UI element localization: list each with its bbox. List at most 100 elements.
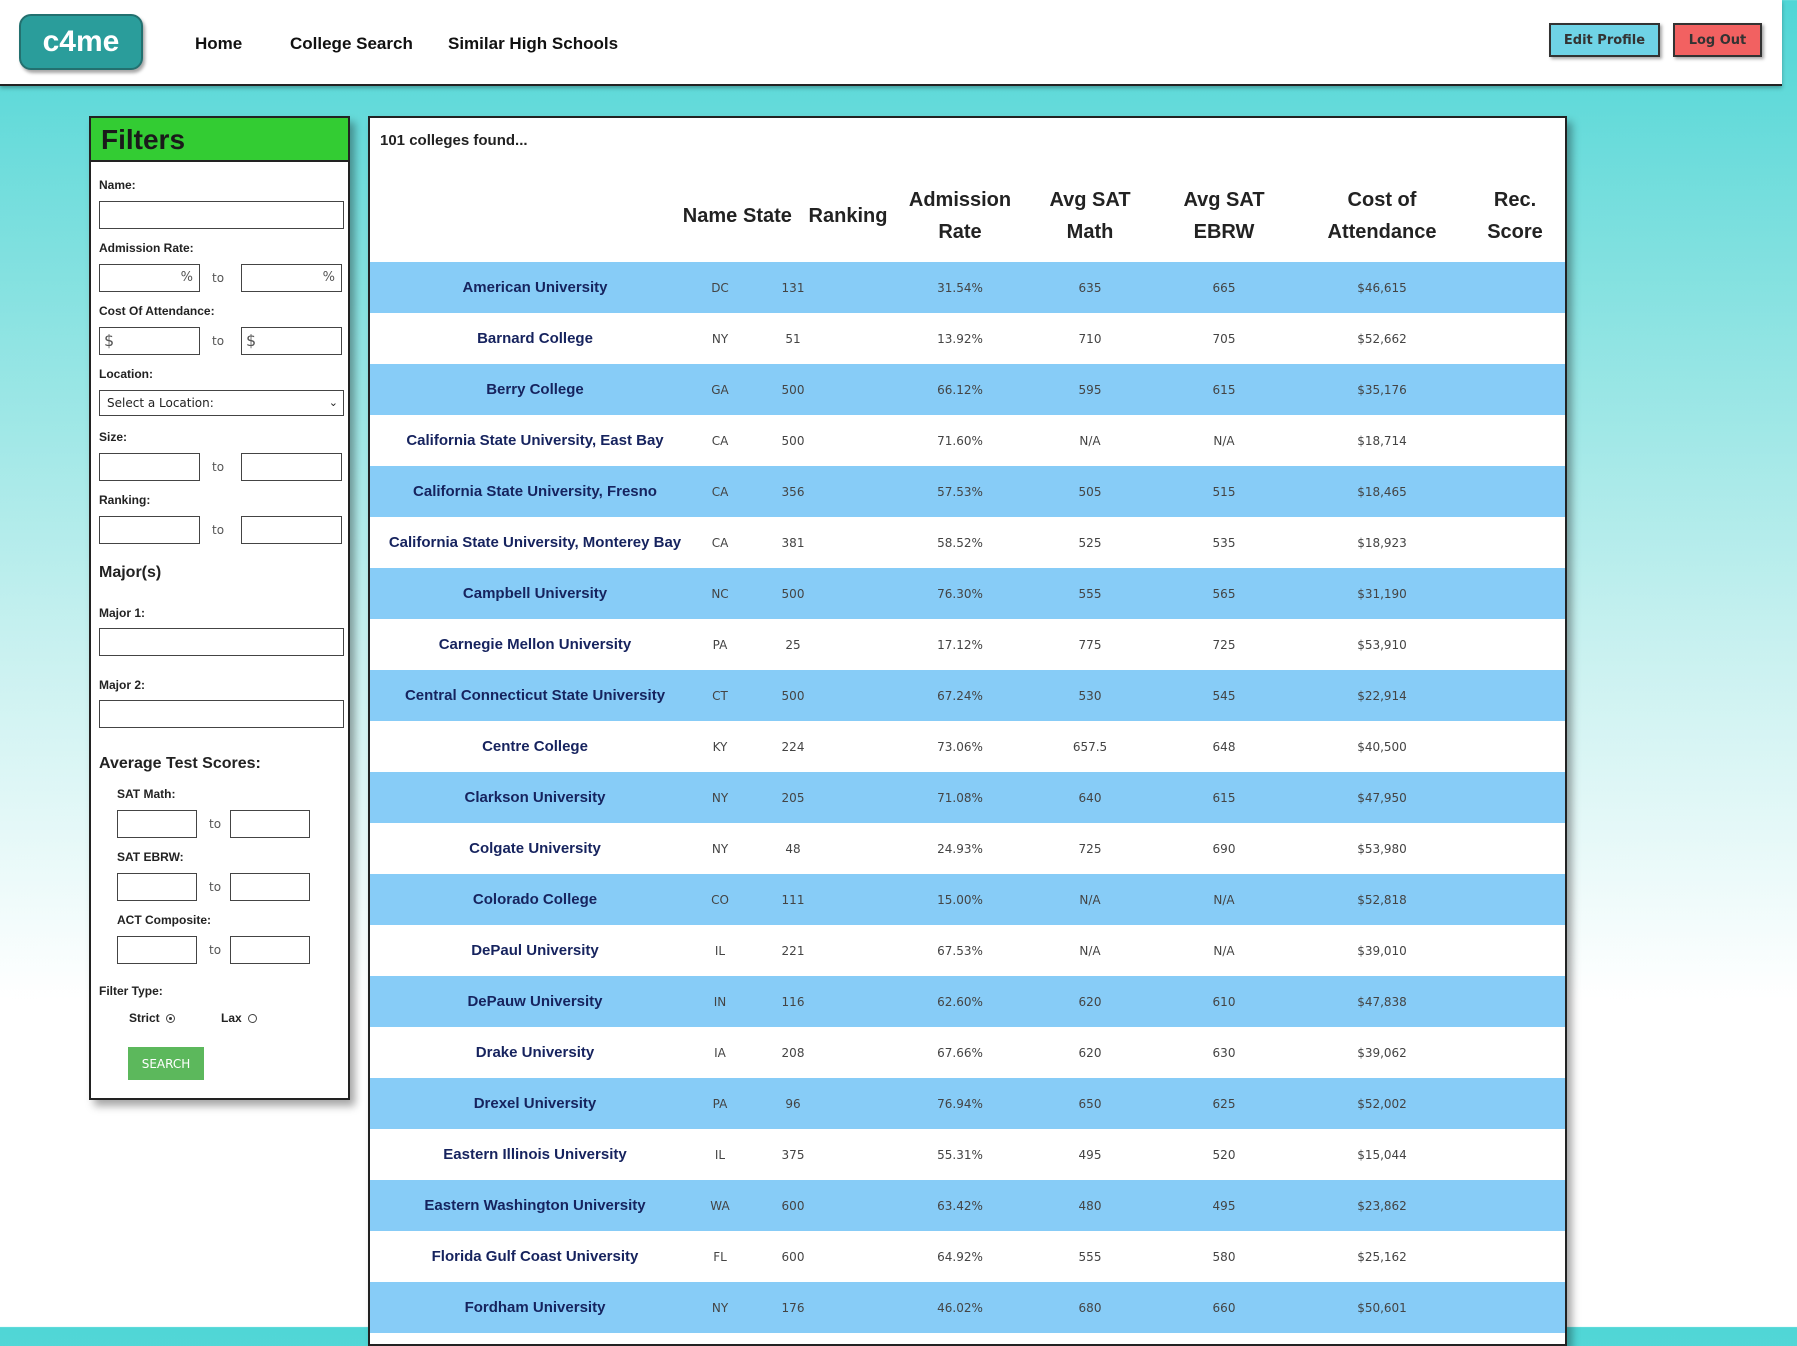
ranking-min-input[interactable] [99,516,200,544]
sat-ebrw-max-input[interactable] [230,873,310,901]
to-label: to [209,817,222,831]
cell-name[interactable]: Clarkson University [370,772,700,823]
table-row[interactable]: California State University, Monterey Ba… [370,517,1565,568]
cell-name[interactable]: Campbell University [370,568,700,619]
lax-radio[interactable]: Lax [221,1011,257,1025]
cost-max-input[interactable]: $ [241,327,342,355]
table-row[interactable]: Berry College GA 500 66.12% 595 615 $35,176 [370,364,1565,415]
cell-name[interactable]: Fordham University [370,1282,700,1333]
table-row[interactable]: Clarkson University NY 205 71.08% 640 615 $47,… [370,772,1565,823]
act-min-input[interactable] [117,936,197,964]
cell-cost: $53,980 [1357,841,1407,856]
radio-selected-icon [165,1014,175,1024]
cell-sat-math: N/A [1079,433,1101,448]
majors-heading: Major(s) [99,564,162,581]
cell-state: IL [714,943,726,958]
cell-state: WA [710,1198,730,1213]
cell-name[interactable]: Eastern Washington University [370,1180,700,1231]
cell-sat-ebrw: 625 [1212,1096,1236,1111]
cell-cost: $18,714 [1357,433,1407,448]
cell-sat-ebrw: N/A [1213,892,1235,907]
table-row[interactable]: Carnegie Mellon University PA 25 17.12% 775 7… [370,619,1565,670]
table-row[interactable]: Eastern Washington University WA 600 63.42%… [370,1180,1565,1231]
nav-home-link[interactable]: Home [195,34,242,54]
sat-math-min-input[interactable] [117,810,197,838]
cell-cost: $47,950 [1357,790,1407,805]
table-row[interactable]: Central Connecticut State University CT 50… [370,670,1565,721]
cell-name[interactable]: Centre College [370,721,700,772]
major2-input[interactable] [99,700,344,728]
cost-min-input[interactable]: $ [99,327,200,355]
search-button[interactable]: SEARCH [128,1047,204,1080]
size-max-input[interactable] [241,453,342,481]
table-row[interactable]: Barnard College NY 51 13.92% 710 705 $52,662 [370,313,1565,364]
table-row[interactable]: Colgate University NY 48 24.93% 725 690 $53,98… [370,823,1565,874]
cell-sat-ebrw: 535 [1212,535,1236,550]
table-row[interactable]: Centre College KY 224 73.06% 657.5 648 $40,500 [370,721,1565,772]
cell-name[interactable]: DePauw University [370,976,700,1027]
cell-ranking: 205 [781,790,805,805]
table-row[interactable]: Colorado College CO 111 15.00% N/A N/A $52,818 [370,874,1565,925]
table-row[interactable]: Eastern Illinois University IL 375 55.31% 49… [370,1129,1565,1180]
cell-name[interactable]: Central Connecticut State University [370,670,700,721]
act-max-input[interactable] [230,936,310,964]
nav-college-search-link[interactable]: College Search [290,34,413,54]
location-select[interactable]: Select a Location: ⌄ [99,390,344,416]
col-header-sat-ebrw: Avg SAT EBRW [1174,184,1274,248]
cell-ranking: 48 [785,841,801,856]
cell-admission-rate: 46.02% [937,1300,983,1315]
filter-type-label: Filter Type: [99,984,163,998]
cell-ranking: 51 [785,331,801,346]
cell-admission-rate: 67.66% [937,1045,983,1060]
table-row[interactable]: Drake University IA 208 67.66% 620 630 $39,062 [370,1027,1565,1078]
cell-ranking: 500 [781,433,805,448]
nav-similar-high-schools-link[interactable]: Similar High Schools [448,34,618,54]
sat-math-max-input[interactable] [230,810,310,838]
log-out-button[interactable]: Log Out [1673,23,1762,57]
cell-ranking: 500 [781,586,805,601]
size-min-input[interactable] [99,453,200,481]
cell-ranking: 600 [781,1249,805,1264]
cell-name[interactable]: Barnard College [370,313,700,364]
cell-name[interactable]: Drexel University [370,1078,700,1129]
cell-name[interactable]: Colorado College [370,874,700,925]
cell-name[interactable]: Drake University [370,1027,700,1078]
strict-radio[interactable]: Strict [129,1011,175,1025]
ranking-max-input[interactable] [241,516,342,544]
table-row[interactable]: American University DC 131 31.54% 635 665 $46,… [370,262,1565,313]
cell-admission-rate: 57.53% [937,484,983,499]
table-row[interactable]: DePauw University IN 116 62.60% 620 610 $47,83… [370,976,1565,1027]
table-row[interactable]: DePaul University IL 221 67.53% N/A N/A $39,01… [370,925,1565,976]
cell-name[interactable]: California State University, East Bay [370,415,700,466]
cell-name[interactable]: Carnegie Mellon University [370,619,700,670]
cell-name[interactable]: American University [370,262,700,313]
table-row[interactable]: Campbell University NC 500 76.30% 555 565 $31,… [370,568,1565,619]
cell-sat-math: 640 [1078,790,1102,805]
sat-ebrw-min-input[interactable] [117,873,197,901]
cell-name[interactable]: California State University, Monterey Ba… [370,517,700,568]
cell-name[interactable]: Florida Gulf Coast University [370,1231,700,1282]
to-label: to [212,460,225,474]
major1-input[interactable] [99,628,344,656]
cell-name[interactable]: Colgate University [370,823,700,874]
admission-rate-max-input[interactable]: % [241,264,342,292]
cell-name[interactable]: Eastern Illinois University [370,1129,700,1180]
cell-name[interactable]: Berry College [370,364,700,415]
cell-state: NY [711,790,729,805]
cell-name[interactable]: California State University, Fresno [370,466,700,517]
admission-rate-min-input[interactable]: % [99,264,200,292]
edit-profile-button[interactable]: Edit Profile [1549,23,1660,57]
name-input[interactable] [99,201,344,229]
cell-state: NY [711,841,729,856]
table-row[interactable]: California State University, Fresno CA 356… [370,466,1565,517]
size-label: Size: [99,430,128,444]
table-row[interactable]: Fordham University NY 176 46.02% 680 660 $50,6… [370,1282,1565,1333]
c4me-logo[interactable]: c4me [19,14,143,70]
table-row[interactable]: Drexel University PA 96 76.94% 650 625 $52,002 [370,1078,1565,1129]
table-row[interactable]: Florida Gulf Coast University FL 600 64.92%… [370,1231,1565,1282]
cell-name[interactable]: DePaul University [370,925,700,976]
cell-admission-rate: 64.92% [937,1249,983,1264]
cell-cost: $23,862 [1357,1198,1407,1213]
table-row[interactable]: California State University, East Bay CA 5… [370,415,1565,466]
cell-state: IL [714,1147,726,1162]
